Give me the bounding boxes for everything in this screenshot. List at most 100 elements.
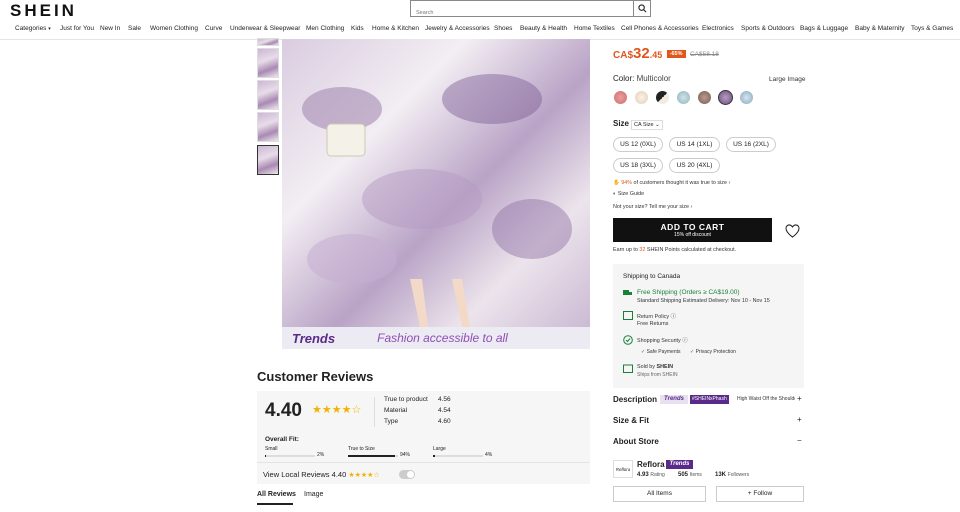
search-input[interactable] bbox=[411, 5, 631, 21]
expand-icon[interactable]: + bbox=[797, 415, 802, 424]
trends-banner: Trends Fashion accessible to all bbox=[282, 327, 590, 349]
local-reviews-toggle[interactable] bbox=[399, 470, 415, 479]
reviews-summary-box: 4.40 ★★★★☆ True to product 4.56 Material… bbox=[257, 391, 590, 484]
free-shipping: Free Shipping (Orders ≥ CA$19.00) bbox=[637, 289, 740, 296]
description-label[interactable]: Description bbox=[613, 395, 657, 404]
chevron-down-icon: ⌄ bbox=[655, 122, 660, 128]
shipping-to[interactable]: Shipping to Canada bbox=[623, 273, 680, 280]
size-label: Size bbox=[613, 119, 630, 128]
size-option[interactable]: US 14 (1XL) bbox=[669, 137, 720, 152]
truck-icon bbox=[623, 290, 632, 295]
nav-home-kitchen[interactable]: Home & Kitchen bbox=[372, 25, 419, 32]
nav-sports[interactable]: Sports & Outdoors bbox=[741, 25, 794, 32]
size-option[interactable]: US 18 (3XL) bbox=[613, 158, 663, 173]
size-system-value: CA Size bbox=[634, 122, 654, 128]
store-logo[interactable]: Reflora bbox=[613, 460, 633, 478]
nav-categories[interactable]: Categories ▾ bbox=[15, 25, 51, 32]
color-swatch[interactable] bbox=[656, 91, 669, 104]
nav-women-clothing[interactable]: Women Clothing bbox=[150, 25, 198, 32]
shopping-security[interactable]: Shopping Security ⓘ bbox=[637, 336, 688, 344]
tab-image[interactable]: Image bbox=[304, 491, 323, 498]
fit-label: Small bbox=[265, 446, 278, 452]
nav-jewelry[interactable]: Jewelry & Accessories bbox=[425, 25, 490, 32]
nav-electronics[interactable]: Electronics bbox=[702, 25, 734, 32]
local-reviews-label: View Local Reviews bbox=[263, 470, 330, 479]
color-swatch[interactable] bbox=[614, 91, 627, 104]
fit-bar bbox=[348, 455, 398, 457]
nav-home-textiles[interactable]: Home Textiles bbox=[574, 25, 615, 32]
return-policy[interactable]: Return Policy ⓘ bbox=[637, 312, 676, 320]
safe-payments: ✓ Safe Payments bbox=[641, 349, 681, 355]
store-rating: 4.93 Rating bbox=[637, 472, 665, 478]
description-snippet: High Waist Off the Shoulder... bbox=[737, 396, 795, 402]
search-icon bbox=[637, 4, 646, 13]
color-swatch[interactable] bbox=[635, 91, 648, 104]
thumbnail-image[interactable] bbox=[257, 38, 279, 46]
nav-bags[interactable]: Bags & Luggage bbox=[800, 25, 848, 32]
review-rating: 4.40 bbox=[265, 400, 302, 421]
all-items-button[interactable]: All Items bbox=[613, 486, 706, 502]
expand-icon[interactable]: + bbox=[797, 394, 802, 403]
nav-baby[interactable]: Baby & Maternity bbox=[855, 25, 905, 32]
return-icon bbox=[623, 311, 633, 320]
nav-beauty[interactable]: Beauty & Health bbox=[520, 25, 567, 32]
main-product-image[interactable]: Trends Fashion accessible to all bbox=[282, 39, 590, 349]
not-your-size-link[interactable]: Not your size? Tell me your size › bbox=[613, 204, 692, 210]
fit-label: True to Size bbox=[348, 446, 375, 452]
nav-curve[interactable]: Curve bbox=[205, 25, 222, 32]
color-swatch-selected[interactable] bbox=[718, 90, 733, 105]
color-swatch[interactable] bbox=[698, 91, 711, 104]
add-to-cart-sub: 15% off discount bbox=[674, 232, 711, 238]
about-store-label[interactable]: About Store bbox=[613, 437, 659, 446]
follow-button[interactable]: + Follow bbox=[716, 486, 804, 502]
nav-toys[interactable]: Toys & Games bbox=[911, 25, 953, 32]
not-your-size-label: Not your size? Tell me your size bbox=[613, 204, 689, 210]
large-image-link[interactable]: Large Image bbox=[769, 76, 806, 83]
size-option[interactable]: US 20 (4XL) bbox=[669, 158, 720, 173]
store-items-value: 505 bbox=[678, 472, 689, 478]
search-button[interactable] bbox=[633, 1, 650, 16]
size-fit-label[interactable]: Size & Fit bbox=[613, 416, 649, 425]
nav-kids[interactable]: Kids bbox=[351, 25, 364, 32]
chevron-right-icon: › bbox=[728, 180, 731, 186]
shein-logo[interactable]: SHEIN bbox=[10, 1, 77, 21]
thumbs-up-icon: ✋ bbox=[613, 180, 620, 186]
thumbnail-image[interactable] bbox=[257, 80, 279, 110]
divider bbox=[374, 397, 375, 427]
thumbnail-image-selected[interactable] bbox=[257, 145, 279, 175]
fit-text: of customers thought it was true to size bbox=[633, 180, 727, 186]
nav-cell-phones[interactable]: Cell Phones & Accessories bbox=[621, 25, 699, 32]
nav-sale[interactable]: Sale bbox=[128, 25, 141, 32]
fit-label: Large bbox=[433, 446, 446, 452]
size-option[interactable]: US 16 (2XL) bbox=[726, 137, 776, 152]
color-swatch[interactable] bbox=[677, 91, 690, 104]
collapse-icon[interactable]: − bbox=[797, 436, 802, 445]
nav-new-in[interactable]: New In bbox=[100, 25, 120, 32]
original-price: CA$58.18 bbox=[689, 51, 719, 58]
size-system-select[interactable]: CA Size ⌄ bbox=[631, 120, 663, 130]
add-to-cart-button[interactable]: ADD TO CART 15% off discount bbox=[613, 218, 772, 242]
price-main: 32 bbox=[633, 45, 650, 62]
thumbnail-image[interactable] bbox=[257, 112, 279, 142]
points-value: 32 bbox=[639, 247, 646, 253]
divider bbox=[257, 462, 590, 463]
nav-underwear[interactable]: Underwear & Sleepwear bbox=[230, 25, 300, 32]
size-guide-link[interactable]: ◐ Size Guide bbox=[613, 191, 644, 197]
sold-by-label: Sold by bbox=[637, 364, 655, 370]
fit-bar bbox=[265, 455, 315, 457]
nav-shoes[interactable]: Shoes bbox=[494, 25, 512, 32]
thumbnail-image[interactable] bbox=[257, 48, 279, 78]
fit-percent: 94% bbox=[621, 180, 633, 186]
size-option[interactable]: US 12 (0XL) bbox=[613, 137, 663, 152]
metric-value: 4.60 bbox=[438, 418, 451, 425]
store-name[interactable]: Reflora bbox=[637, 460, 665, 469]
wishlist-button[interactable] bbox=[780, 219, 804, 243]
store-rating-label: Rating bbox=[650, 472, 665, 478]
tab-all-reviews[interactable]: All Reviews bbox=[257, 491, 296, 498]
color-swatch[interactable] bbox=[740, 91, 753, 104]
safe-payments-label: Safe Payments bbox=[646, 349, 681, 355]
nav-men-clothing[interactable]: Men Clothing bbox=[306, 25, 344, 32]
standard-shipping: Standard Shipping Estimated Delivery: No… bbox=[637, 298, 770, 304]
nav-just-for-you[interactable]: Just for You bbox=[60, 25, 94, 32]
privacy-protection: ✓ Privacy Protection bbox=[690, 349, 736, 355]
